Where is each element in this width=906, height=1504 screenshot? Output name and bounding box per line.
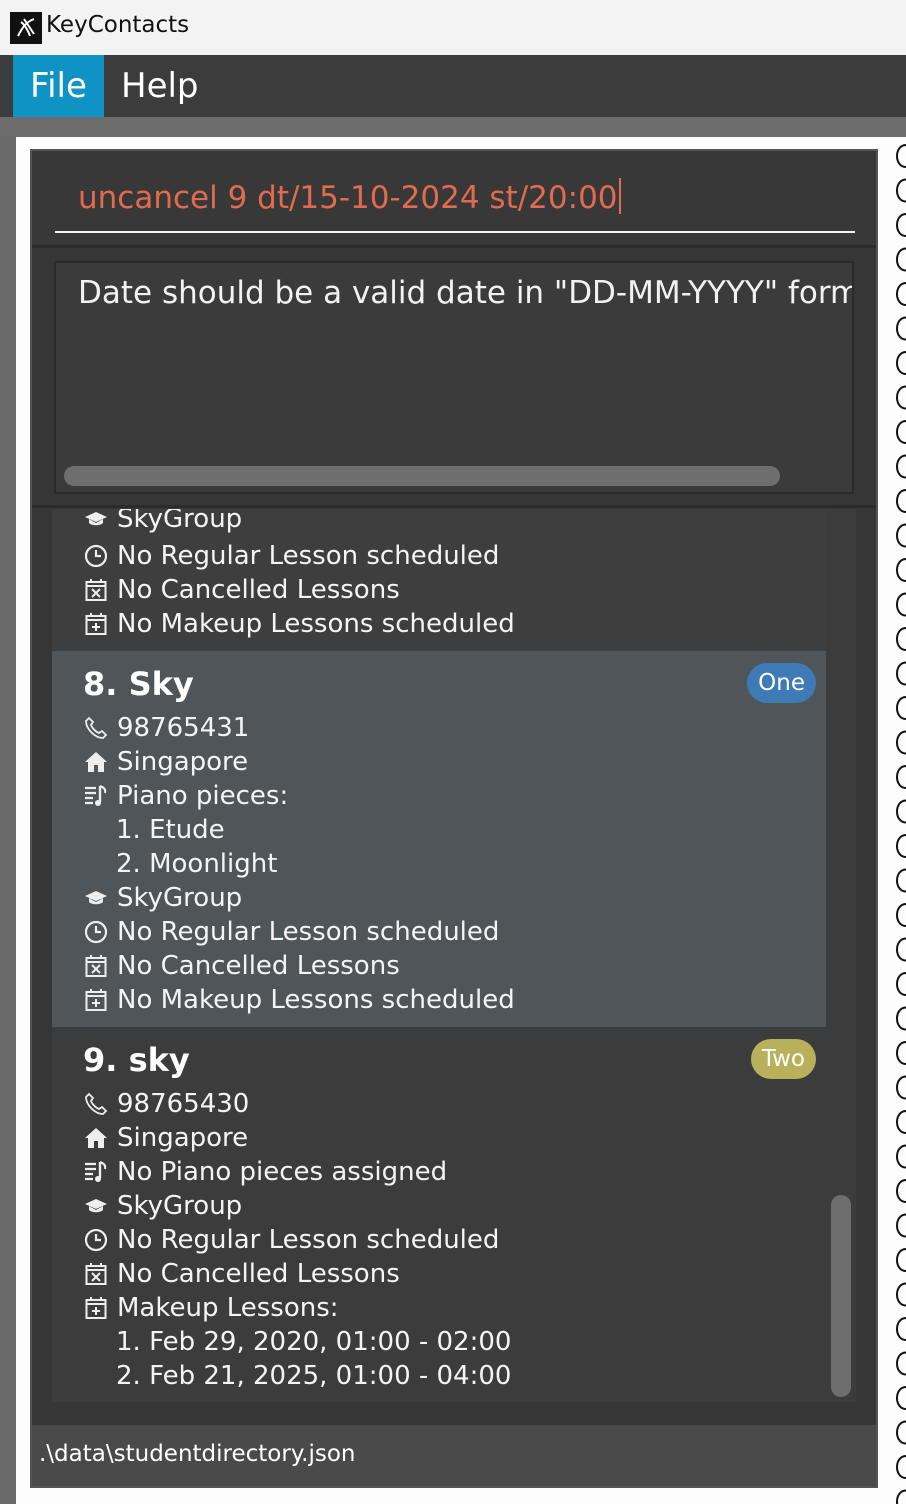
menu-file[interactable]: File — [13, 55, 104, 117]
student-list[interactable]: SkyGroup No Regular Lesson scheduled No … — [52, 509, 826, 1402]
app-logo-icon — [10, 12, 42, 44]
status-bar: .\data\studentdirectory.json — [32, 1425, 876, 1486]
title-bar: KeyContacts — [0, 0, 906, 55]
graduation-cap-icon — [83, 1193, 109, 1219]
phone-number: 98765431 — [117, 713, 250, 743]
command-input[interactable]: uncancel 9 dt/15-10-2024 st/20:00 — [78, 178, 621, 216]
music-list-icon — [83, 783, 109, 809]
phone-number: 98765430 — [117, 1089, 250, 1119]
regular-lesson-row: No Regular Lesson scheduled — [83, 539, 499, 573]
piano-piece-item: 1. Etude — [116, 815, 225, 845]
calendar-plus-icon — [83, 987, 109, 1013]
text-caret — [618, 178, 621, 214]
regular-lesson-label: No Regular Lesson scheduled — [117, 1225, 500, 1255]
grade-tag: Two — [750, 1039, 816, 1079]
group-label: SkyGroup — [117, 1191, 243, 1221]
home-icon — [83, 749, 109, 775]
makeup-lesson-item: 2. Feb 21, 2025, 01:00 - 04:00 — [116, 1361, 512, 1391]
makeup-lesson-item: 1. Feb 29, 2020, 01:00 - 02:00 — [116, 1327, 512, 1357]
list-scrollbar-thumb[interactable] — [831, 1195, 851, 1397]
piano-pieces-row: No Piano pieces assigned — [83, 1155, 447, 1189]
phone-icon — [83, 715, 109, 741]
clock-icon — [83, 543, 109, 569]
menu-separator-band — [0, 117, 906, 137]
window-title: KeyContacts — [46, 12, 190, 38]
makeup-lessons-label: No Makeup Lessons scheduled — [117, 609, 515, 639]
piano-pieces-label: No Piano pieces assigned — [117, 1157, 448, 1187]
phone-row: 98765431 — [83, 711, 249, 745]
cancelled-lessons-row: No Cancelled Lessons — [83, 949, 400, 983]
group-row: SkyGroup — [83, 881, 242, 915]
makeup-lessons-row: No Makeup Lessons scheduled — [83, 607, 515, 641]
cancelled-lessons-label: No Cancelled Lessons — [117, 575, 400, 605]
group-row: SkyGroup — [83, 509, 242, 536]
makeup-lessons-label: Makeup Lessons: — [117, 1293, 339, 1323]
piano-piece-item: 2. Moonlight — [116, 849, 278, 879]
piano-pieces-row: Piano pieces: — [83, 779, 288, 813]
command-underline — [55, 231, 855, 233]
window-edge-decoration — [892, 137, 906, 1504]
calendar-plus-icon — [83, 1295, 109, 1321]
music-list-icon — [83, 1159, 109, 1185]
data-file-path: .\data\studentdirectory.json — [39, 1441, 356, 1467]
calendar-plus-icon — [83, 611, 109, 637]
makeup-lessons-row: No Makeup Lessons scheduled — [83, 983, 515, 1017]
regular-lesson-label: No Regular Lesson scheduled — [117, 917, 500, 947]
clock-icon — [83, 1227, 109, 1253]
phone-icon — [83, 1091, 109, 1117]
result-message: Date should be a valid date in "DD-MM-YY… — [78, 275, 854, 311]
result-horizontal-scrollbar[interactable] — [64, 466, 780, 486]
command-text: uncancel 9 dt/15-10-2024 st/20:00 — [78, 180, 618, 216]
graduation-cap-icon — [83, 885, 109, 911]
makeup-lessons-label: No Makeup Lessons scheduled — [117, 985, 515, 1015]
regular-lesson-label: No Regular Lesson scheduled — [117, 541, 500, 571]
regular-lesson-row: No Regular Lesson scheduled — [83, 915, 499, 949]
group-label: SkyGroup — [117, 509, 243, 534]
phone-row: 98765430 — [83, 1087, 249, 1121]
divider — [32, 245, 876, 248]
student-name: 8. Sky — [83, 665, 194, 703]
list-item-partial[interactable]: SkyGroup No Regular Lesson scheduled No … — [52, 509, 826, 651]
calendar-x-icon — [83, 953, 109, 979]
regular-lesson-row: No Regular Lesson scheduled — [83, 1223, 499, 1257]
group-row: SkyGroup — [83, 1189, 242, 1223]
piano-pieces-label: Piano pieces: — [117, 781, 289, 811]
makeup-lessons-row: Makeup Lessons: — [83, 1291, 339, 1325]
list-item-student-8[interactable]: 8. Sky One 98765431 Singapore Piano piec… — [52, 651, 826, 1027]
result-display: Date should be a valid date in "DD-MM-YY… — [54, 261, 854, 494]
menu-help[interactable]: Help — [104, 55, 216, 117]
list-item-student-9[interactable]: 9. sky Two 98765430 Singapore No Piano p… — [52, 1027, 826, 1402]
home-icon — [83, 1125, 109, 1151]
address-row: Singapore — [83, 745, 248, 779]
address-label: Singapore — [117, 1123, 249, 1153]
divider — [32, 505, 876, 508]
calendar-x-icon — [83, 577, 109, 603]
cancelled-lessons-label: No Cancelled Lessons — [117, 1259, 400, 1289]
menu-bar: File Help — [0, 55, 906, 117]
grade-tag: One — [747, 663, 816, 703]
student-name: 9. sky — [83, 1041, 190, 1079]
address-row: Singapore — [83, 1121, 248, 1155]
cancelled-lessons-row: No Cancelled Lessons — [83, 1257, 400, 1291]
group-label: SkyGroup — [117, 883, 243, 913]
cancelled-lessons-row: No Cancelled Lessons — [83, 573, 400, 607]
calendar-x-icon — [83, 1261, 109, 1287]
address-label: Singapore — [117, 747, 249, 777]
graduation-cap-icon — [83, 509, 109, 532]
cancelled-lessons-label: No Cancelled Lessons — [117, 951, 400, 981]
clock-icon — [83, 919, 109, 945]
